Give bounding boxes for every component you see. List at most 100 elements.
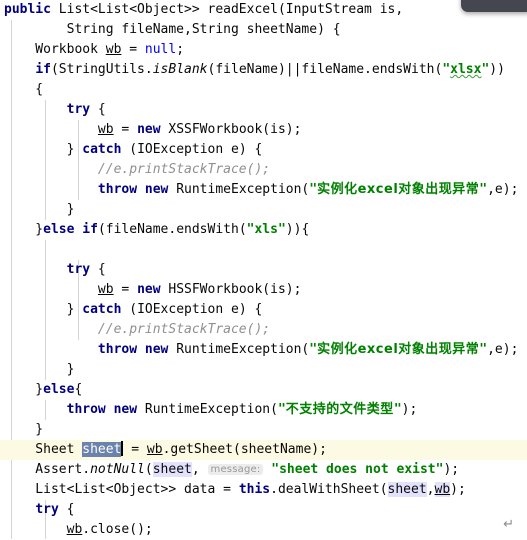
code-line[interactable]: } catch (IOException e) { (0, 140, 527, 160)
code-line[interactable]: }else if(fileName.endsWith("xls")){ (0, 220, 527, 240)
code-line[interactable]: wb = new HSSFWorkbook(is); (0, 280, 527, 300)
code-line[interactable]: }else{ (0, 380, 527, 400)
token-string-cjk: 实例化excel对象出现异常 (317, 182, 480, 197)
token-text: (StringUtils. (50, 62, 153, 77)
token-text: RuntimeException( (137, 402, 278, 417)
token-text: } (4, 382, 44, 397)
code-line[interactable]: throw new RuntimeException("不支持的文件类型"); (0, 400, 527, 420)
token-text: = (121, 42, 145, 57)
code-line[interactable]: } catch (IOException e) { (0, 300, 527, 320)
code-line[interactable]: } (0, 420, 527, 440)
code-line[interactable]: wb.close(); (0, 520, 527, 540)
code-line[interactable]: try { (0, 100, 527, 120)
token-text: .close(); (82, 522, 153, 537)
token-text: ); (443, 462, 460, 477)
code-line[interactable]: //e.printStackTrace(); (0, 320, 527, 340)
token-string: xlsx (450, 62, 482, 77)
code-line-current[interactable]: Sheet sheet = wb.getSheet(sheetName); (0, 440, 527, 460)
token-keyword: new (137, 282, 161, 297)
token-keyword: public (4, 2, 51, 17)
token-variable: wb (434, 482, 451, 497)
code-line[interactable]: wb = new XSSFWorkbook(is); (0, 120, 527, 140)
token-quote: " (309, 182, 318, 197)
token-keyword: if (35, 62, 51, 77)
code-editor[interactable]: public List<List<Object>> readExcel(Inpu… (0, 0, 527, 539)
token-keyword: this (238, 482, 271, 497)
token-quote: " (271, 462, 280, 477)
token-text: { (58, 502, 75, 517)
return-symbol-icon: ↵ (503, 517, 514, 532)
code-line[interactable]: { (0, 80, 527, 100)
token-variable: wb (146, 442, 163, 457)
floating-popup-panel[interactable] (461, 0, 527, 12)
token-text: } (4, 422, 44, 437)
token-text: } (4, 142, 83, 157)
token-text: = (123, 442, 147, 457)
token-usage-highlight: sheet (152, 462, 192, 477)
token-text: RuntimeException( (168, 342, 310, 357)
code-line[interactable] (0, 240, 527, 260)
token-keyword: try (66, 262, 91, 277)
code-line[interactable]: Workbook wb = null; (0, 40, 527, 60)
code-line[interactable]: public List<List<Object>> readExcel(Inpu… (0, 0, 527, 20)
code-line[interactable]: if(StringUtils.isBlank(fileName)||fileNa… (0, 60, 527, 80)
token-quote: " (277, 402, 286, 417)
token-string-cjk: 不支持的文件类型 (285, 402, 394, 417)
token-usage-highlight: sheet (387, 482, 427, 497)
token-comment: //e.printStackTrace(); (97, 322, 271, 337)
code-line[interactable]: throw new RuntimeException("实例化excel对象出现… (0, 180, 527, 200)
token-text: List<List<Object>> data = (4, 482, 239, 497)
code-line[interactable]: throw new RuntimeException("实例化excel对象出现… (0, 340, 527, 360)
token-text: )){ (285, 222, 310, 237)
token-quote: " (277, 222, 286, 237)
token-variable: wb (97, 282, 114, 297)
token-text: } (4, 202, 75, 217)
token-text: = (113, 282, 138, 297)
token-text: { (90, 102, 106, 117)
token-text: (IOException e) { (121, 142, 263, 157)
token-text: Workbook (4, 42, 106, 57)
code-line[interactable]: String fileName,String sheetName) { (0, 20, 527, 40)
code-line[interactable]: List<List<Object>> data = this.dealWithS… (0, 480, 527, 500)
inline-parameter-hint[interactable]: message: (207, 464, 264, 475)
token-text: } (4, 302, 83, 317)
token-text: ; (176, 42, 185, 57)
token-text: ,e); (487, 182, 519, 197)
token-string: sheet does not exist (279, 462, 436, 477)
token-text: Sheet (4, 442, 83, 457)
token-text: ); (450, 482, 466, 497)
token-string-cjk: 实例化excel对象出现异常 (317, 342, 480, 357)
token-text: ,e); (487, 342, 519, 357)
token-text: String fileName,String sheetName) { (4, 22, 341, 37)
token-text: { (4, 82, 44, 97)
token-text: } (4, 222, 44, 237)
token-keyword: new (144, 342, 169, 357)
token-keyword: null (144, 42, 177, 57)
token-keyword: new (137, 122, 161, 137)
token-variable: wb (97, 122, 114, 137)
code-line[interactable]: } (0, 360, 527, 380)
token-keyword: try (66, 102, 91, 117)
code-line[interactable]: //e.printStackTrace(); (0, 160, 527, 180)
code-line[interactable]: try { (0, 500, 527, 520)
selected-text[interactable]: sheet (82, 442, 122, 457)
code-line[interactable]: } (0, 200, 527, 220)
code-line[interactable]: try { (0, 260, 527, 280)
token-text: , (191, 462, 208, 477)
token-variable: wb (66, 522, 83, 537)
token-text: (fileName.endsWith( (97, 222, 247, 237)
token-keyword: catch (82, 142, 122, 157)
token-method: notNull (90, 462, 145, 477)
code-line[interactable]: Assert.notNull(sheet, message: "sheet do… (0, 460, 527, 480)
token-keyword: new (144, 182, 169, 197)
